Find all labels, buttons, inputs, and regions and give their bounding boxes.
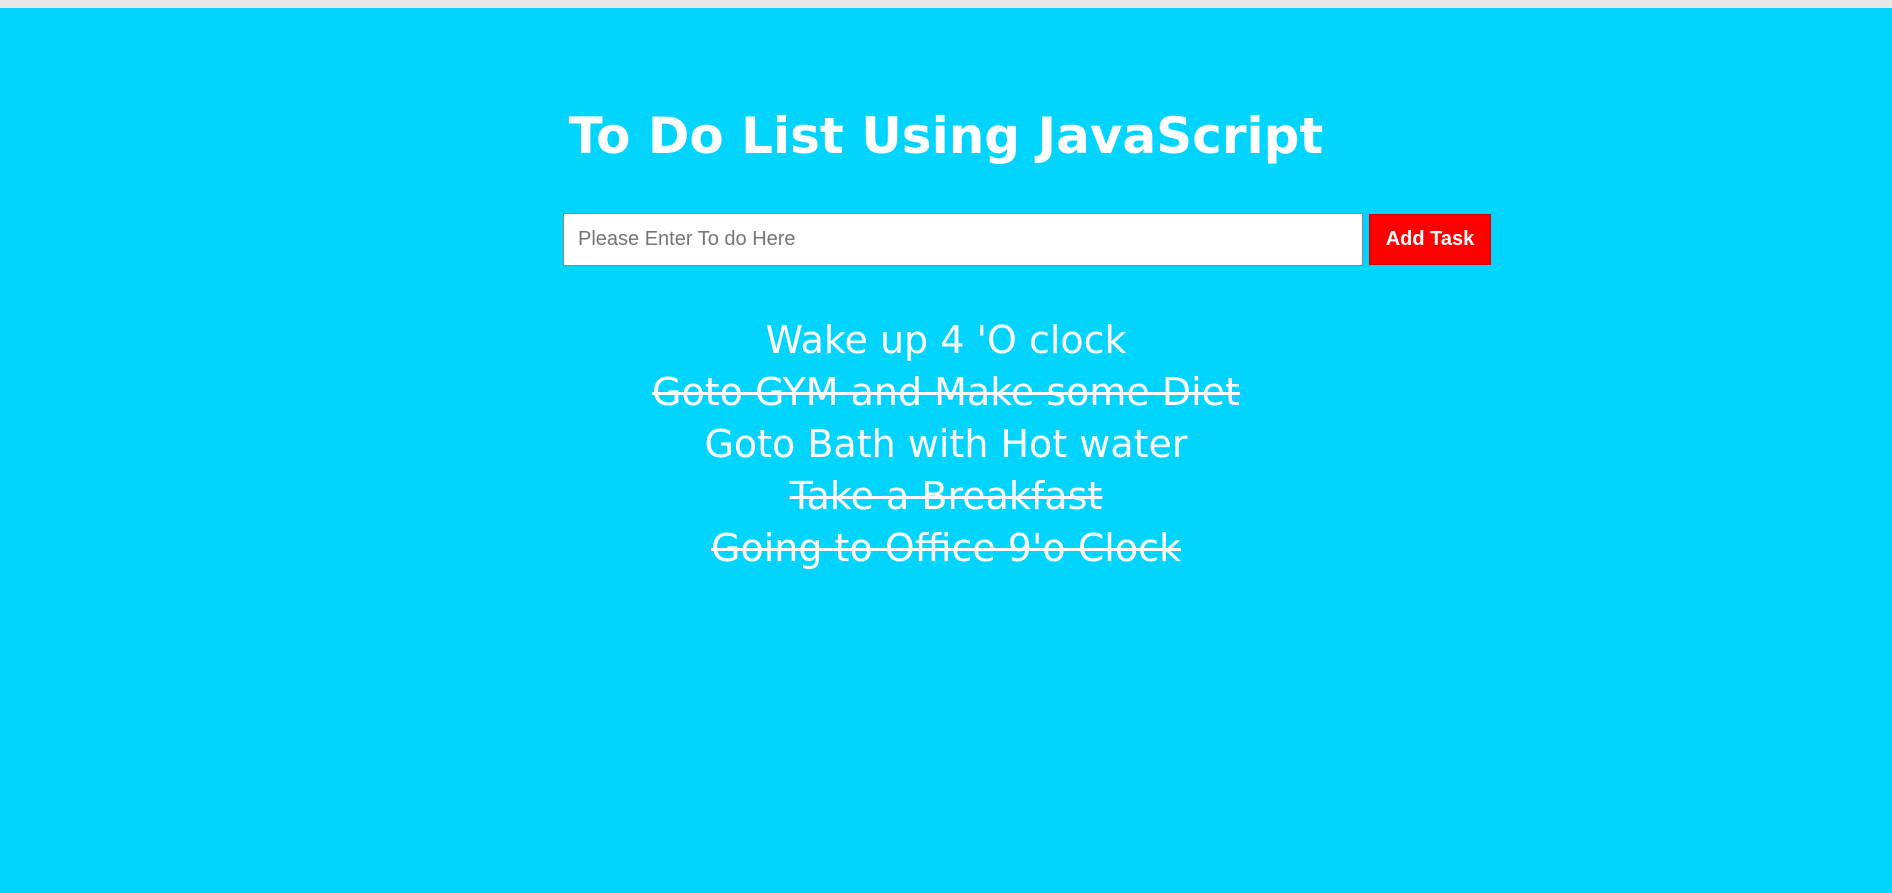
task-item[interactable]: Take a Breakfast: [0, 470, 1892, 522]
task-item[interactable]: Goto GYM and Make some Diet: [0, 366, 1892, 418]
task-list: Wake up 4 'O clock Goto GYM and Make som…: [0, 314, 1892, 574]
task-form: Add Task: [563, 213, 1491, 266]
page-title: To Do List Using JavaScript: [568, 107, 1324, 165]
browser-top-border: [0, 0, 1892, 8]
task-item[interactable]: Goto Bath with Hot water: [0, 418, 1892, 470]
add-task-button[interactable]: Add Task: [1369, 214, 1491, 265]
task-input[interactable]: [563, 213, 1363, 266]
task-item[interactable]: Wake up 4 'O clock: [0, 314, 1892, 366]
task-item[interactable]: Going to Office 9'o Clock: [0, 522, 1892, 574]
